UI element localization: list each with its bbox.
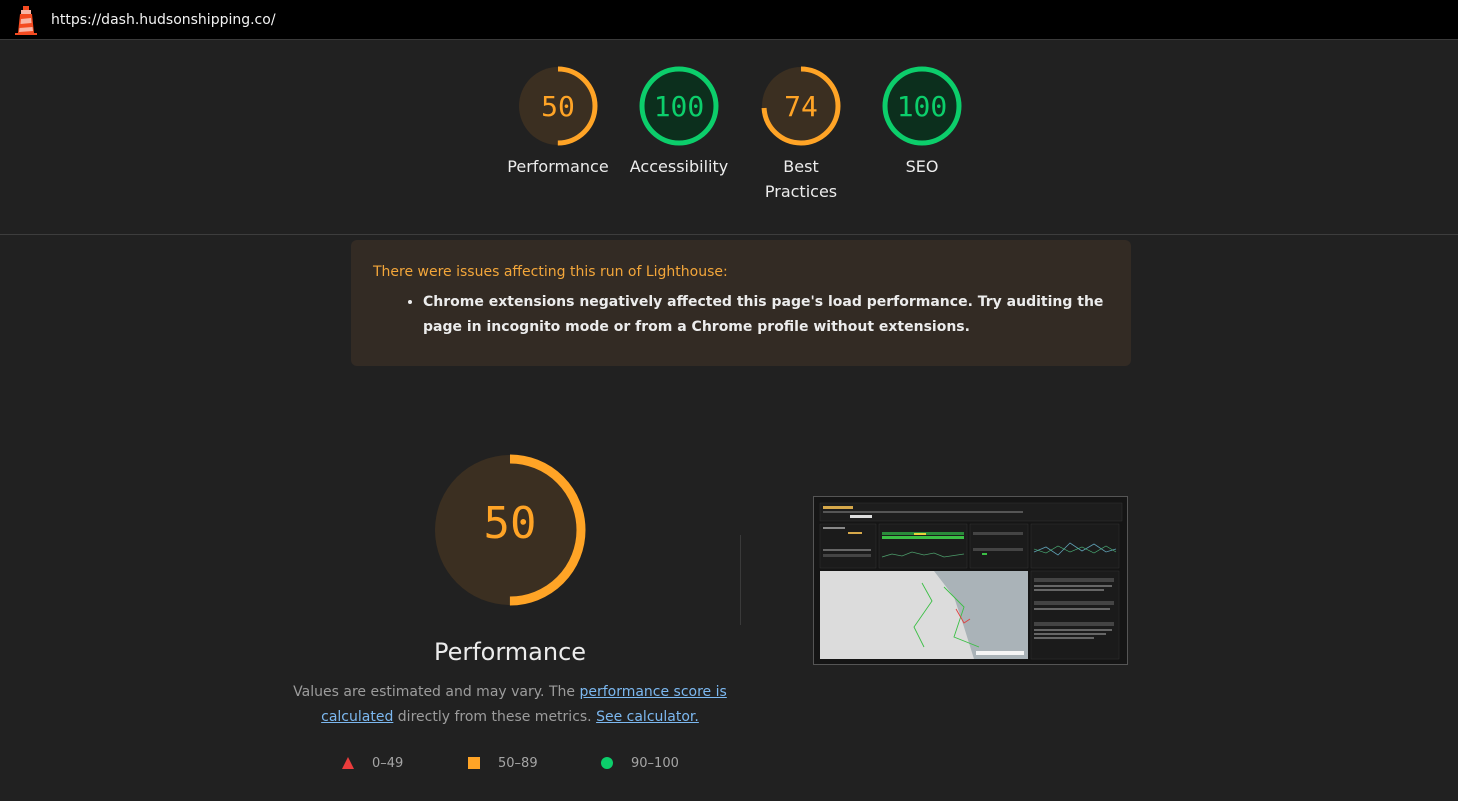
legend-fail: 0–49	[341, 752, 403, 774]
run-warning-item: Chrome extensions negatively affected th…	[423, 290, 1109, 340]
circle-icon	[601, 757, 613, 769]
gauge-seo-score: 100	[897, 90, 948, 123]
page-url[interactable]: https://dash.hudsonshipping.co/	[51, 12, 276, 28]
gauge-performance-ring: 50	[518, 66, 598, 146]
address-bar: https://dash.hudsonshipping.co/	[0, 0, 1458, 40]
page-screenshot-thumbnail[interactable]	[813, 496, 1128, 665]
performance-title: Performance	[433, 638, 587, 666]
legend-pass: 90–100	[600, 752, 679, 774]
gauge-accessibility-score: 100	[654, 90, 705, 123]
gauge-best-practices-label: Best Practices	[764, 157, 838, 201]
see-calculator-link[interactable]: See calculator.	[596, 709, 699, 725]
desc-middle: directly from these metrics.	[397, 709, 592, 725]
category-score-gauges: 50 Performance 100 Accessibility 74 Best…	[0, 40, 1458, 235]
performance-big-gauge: 50	[434, 454, 586, 606]
dashboard-preview-image	[814, 497, 1127, 664]
performance-summary: 50 Performance	[410, 450, 610, 666]
section-divider	[740, 535, 741, 625]
performance-big-score: 50	[484, 498, 537, 549]
gauge-performance-score: 50	[541, 90, 575, 123]
legend-fail-range: 0–49	[372, 755, 404, 771]
gauge-best-practices-score: 74	[784, 90, 818, 123]
square-icon	[468, 757, 480, 769]
triangle-icon	[342, 757, 354, 769]
performance-description: Values are estimated and may vary. The p…	[290, 680, 730, 730]
gauge-accessibility[interactable]: 100 Accessibility	[614, 64, 744, 179]
gauge-best-practices-ring: 74	[761, 66, 841, 146]
gauge-seo-ring: 100	[882, 66, 962, 146]
run-warnings-list: Chrome extensions negatively affected th…	[373, 290, 1109, 340]
gauge-performance-label: Performance	[507, 157, 609, 176]
legend-pass-range: 90–100	[631, 755, 679, 771]
run-warnings-title: There were issues affecting this run of …	[373, 264, 728, 280]
desc-prefix: Values are estimated and may vary. The	[293, 684, 575, 700]
gauge-accessibility-label: Accessibility	[629, 157, 729, 176]
gauge-accessibility-ring: 100	[639, 66, 719, 146]
gauge-best-practices[interactable]: 74 Best Practices	[736, 64, 866, 204]
gauge-seo[interactable]: 100 SEO	[857, 64, 987, 179]
legend-average-range: 50–89	[498, 755, 538, 771]
run-warnings-box: There were issues affecting this run of …	[351, 240, 1131, 366]
gauge-performance[interactable]: 50 Performance	[493, 64, 623, 179]
legend-average: 50–89	[467, 752, 538, 774]
lighthouse-logo-icon	[15, 5, 37, 35]
gauge-seo-label: SEO	[905, 157, 939, 176]
